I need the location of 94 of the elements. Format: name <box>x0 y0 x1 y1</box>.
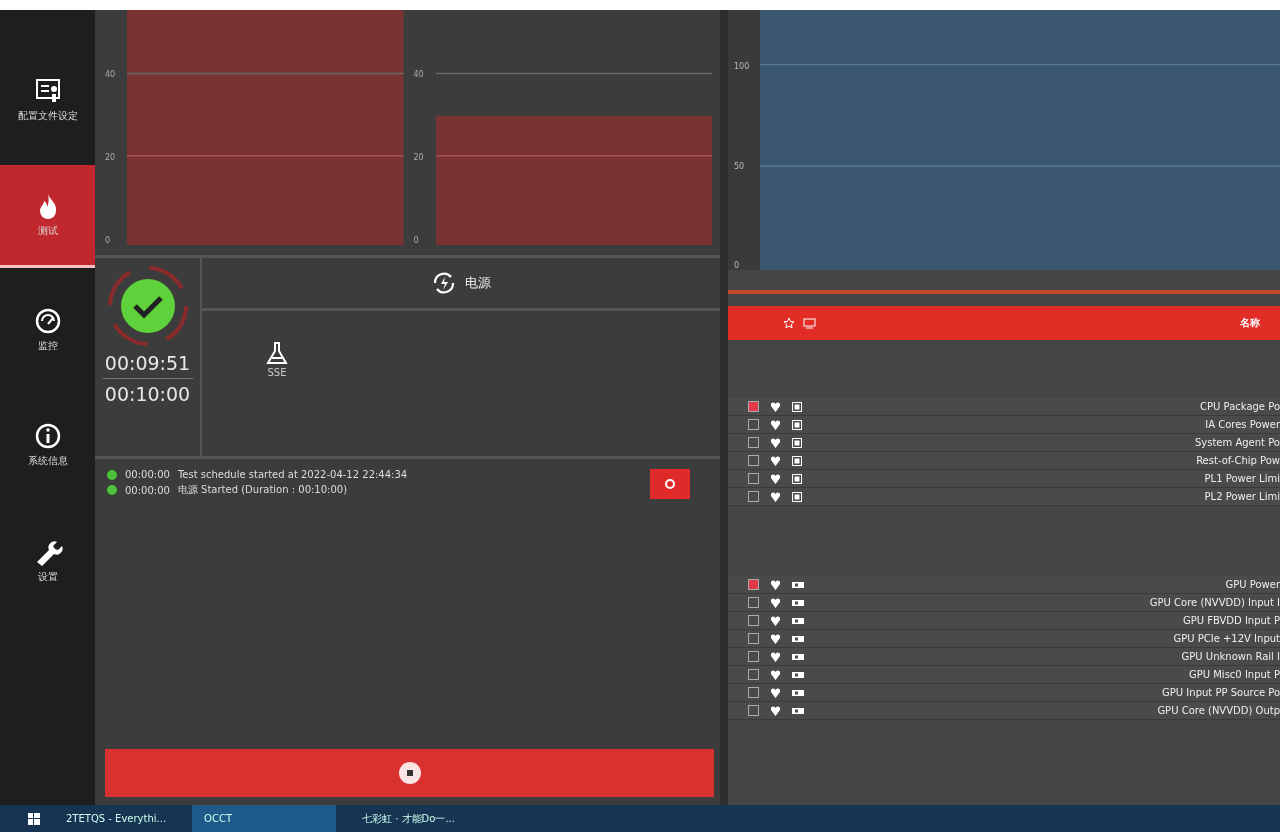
checkbox[interactable] <box>748 419 759 430</box>
log-time: 00:00:00 <box>125 484 170 496</box>
elapsed-time: 00:09:51 <box>104 351 191 376</box>
axis-tick-label: 40 <box>413 70 425 79</box>
checkbox[interactable] <box>748 705 759 716</box>
copy-button[interactable] <box>650 469 690 499</box>
heart-icon <box>771 633 780 644</box>
sidebar-item[interactable]: 设置 <box>0 510 95 613</box>
heart-icon <box>771 491 780 502</box>
windows-icon[interactable] <box>28 812 40 825</box>
sensor-row[interactable]: PL2 Power Limi <box>728 488 1280 506</box>
status-dot-icon <box>107 485 117 495</box>
axis-tick-label: 0 <box>413 236 420 245</box>
sensor-row[interactable]: GPU FBVDD Input P <box>728 612 1280 630</box>
status-dot-icon <box>107 469 117 480</box>
sensor-name: System Agent Po <box>1194 437 1280 448</box>
sensor-name: CPU Package Po <box>1200 401 1280 412</box>
checkbox[interactable] <box>748 401 759 412</box>
sensor-row[interactable]: GPU Misc0 Input P <box>728 666 1280 684</box>
sensor-name: IA Cores Power <box>1205 419 1280 430</box>
instruction-label: SSE <box>267 367 287 378</box>
sensor-name: GPU Unknown Rail I <box>1181 651 1280 662</box>
heart-icon <box>771 455 780 466</box>
heart-icon <box>771 579 780 590</box>
taskbar-button[interactable]: 2TETQS - Everythi... <box>54 805 179 832</box>
heart-icon <box>771 651 780 662</box>
monitor-icon <box>803 317 816 329</box>
sensor-row[interactable]: CPU Package Po <box>728 398 1280 416</box>
power-cycle-icon <box>431 270 457 296</box>
log-message: Test schedule started at 2022-04-12 22:44:34 <box>177 469 408 480</box>
axis-tick-label: 0 <box>105 236 112 245</box>
heart-icon <box>771 687 780 698</box>
axis-tick-label: 0 <box>734 261 741 270</box>
sensor-row[interactable]: System Agent Po <box>728 434 1280 452</box>
heart-icon <box>771 473 780 484</box>
sensor-name: GPU Misc0 Input P <box>1188 669 1280 680</box>
test-name: 电源 <box>465 274 491 292</box>
checkbox[interactable] <box>748 669 759 680</box>
sidebar-item[interactable]: 配置文件设定 <box>0 50 95 153</box>
column-header: 名称 <box>1240 316 1260 330</box>
sensor-name: GPU Power <box>1225 579 1280 590</box>
sensor-name: PL2 Power Limi <box>1204 491 1280 502</box>
checkbox[interactable] <box>748 455 759 466</box>
sensor-name: PL1 Power Limi <box>1204 473 1280 484</box>
sensor-row[interactable]: GPU Power <box>728 576 1280 594</box>
sensor-name: GPU FBVDD Input P <box>1182 615 1280 626</box>
info-icon <box>33 422 62 450</box>
checkbox[interactable] <box>748 491 759 502</box>
sensor-row[interactable]: GPU Input PP Source Po <box>728 684 1280 702</box>
duration-time: 00:10:00 <box>104 382 191 407</box>
flask-icon <box>266 341 288 365</box>
log-message: 电源 Started (Duration : 00:10:00) <box>177 483 348 497</box>
gauge-icon <box>33 307 62 335</box>
stop-icon <box>397 761 422 785</box>
log-time: 00:00:00 <box>125 469 170 480</box>
checkbox[interactable] <box>748 615 759 626</box>
star-icon <box>783 317 795 329</box>
sensor-name: GPU PCIe +12V Input <box>1173 633 1280 644</box>
checkbox[interactable] <box>748 687 759 698</box>
checkbox[interactable] <box>748 651 759 662</box>
sidebar-item[interactable]: 测试 <box>0 165 95 268</box>
checkbox[interactable] <box>748 437 759 448</box>
heart-icon <box>771 401 780 412</box>
axis-tick-label: 20 <box>105 153 117 162</box>
sensor-row[interactable]: Rest-of-Chip Pow <box>728 452 1280 470</box>
axis-tick-label: 50 <box>734 161 746 171</box>
sensor-row[interactable]: GPU Core (NVVDD) Input I <box>728 594 1280 612</box>
axis-tick-label: 40 <box>105 70 117 79</box>
sidebar-item[interactable]: 监控 <box>0 280 95 383</box>
heart-icon <box>771 705 780 716</box>
checkbox[interactable] <box>748 633 759 644</box>
heart-icon <box>771 597 780 608</box>
axis-tick-label: 20 <box>413 153 425 162</box>
sensor-row[interactable]: PL1 Power Limi <box>728 470 1280 488</box>
sensor-row[interactable]: IA Cores Power <box>728 416 1280 434</box>
document-icon <box>33 77 62 105</box>
sensor-name: Rest-of-Chip Pow <box>1196 455 1280 466</box>
taskbar-button[interactable]: 七彩虹 · 才能Do一... <box>350 805 467 832</box>
axis-tick-label: 100 <box>734 62 751 71</box>
checkbox[interactable] <box>748 579 759 590</box>
sensor-row[interactable]: GPU Core (NVVDD) Outp <box>728 702 1280 720</box>
sensor-name: GPU Core (NVVDD) Input I <box>1149 597 1280 608</box>
sensor-name: GPU Core (NVVDD) Outp <box>1157 705 1280 716</box>
heart-icon <box>771 437 780 448</box>
sensor-name: GPU Input PP Source Po <box>1162 687 1280 698</box>
sensor-row[interactable]: GPU PCIe +12V Input <box>728 630 1280 648</box>
heart-icon <box>771 615 780 626</box>
sensor-row[interactable]: GPU Unknown Rail I <box>728 648 1280 666</box>
checkbox[interactable] <box>748 473 759 484</box>
taskbar-button[interactable]: OCCT <box>192 805 337 832</box>
checkbox[interactable] <box>748 597 759 608</box>
sidebar-item[interactable]: 系统信息 <box>0 395 95 498</box>
heart-icon <box>771 419 780 430</box>
heart-icon <box>771 669 780 680</box>
